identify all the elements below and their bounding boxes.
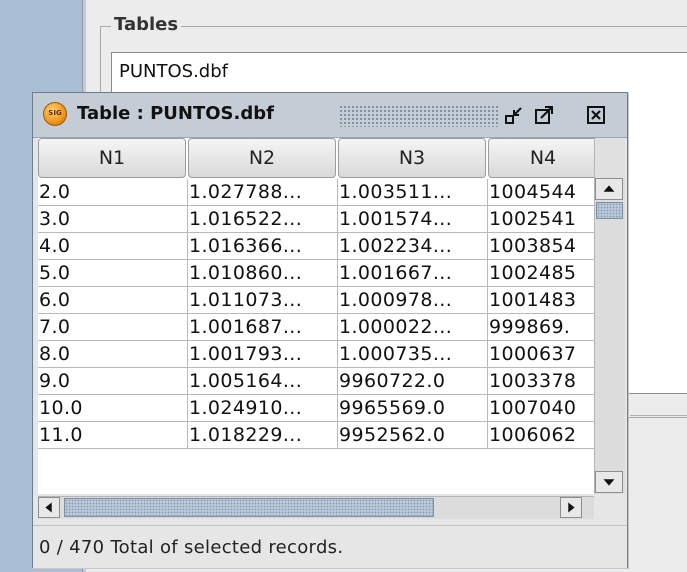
table-cell[interactable]: 1.027788...	[188, 179, 338, 206]
table-cell[interactable]: 9965569.0	[338, 395, 488, 422]
scroll-down-icon[interactable]	[595, 471, 623, 493]
horizontal-scroll-thumb[interactable]	[64, 498, 434, 517]
table-cell[interactable]: 9.0	[38, 368, 188, 395]
scroll-right-icon[interactable]	[560, 497, 582, 518]
table-window: SIG Table : PUNTOS.dbf N1 N2 N3 N4 2.0 1…	[32, 92, 628, 568]
table-cell[interactable]: 1.001793...	[188, 341, 338, 368]
table-row[interactable]: 5.0 1.010860... 1.001667... 1002485	[38, 260, 594, 287]
table-row[interactable]: 9.0 1.005164... 9960722.0 1003378	[38, 368, 594, 395]
column-header-n1[interactable]: N1	[38, 138, 186, 178]
table-cell[interactable]: 9952562.0	[338, 422, 488, 449]
table-cell[interactable]: 2.0	[38, 179, 188, 206]
table-cell[interactable]: 1003854	[488, 233, 594, 260]
table-cell[interactable]: 1006062	[488, 422, 594, 449]
logo-label: SIG	[48, 109, 62, 117]
table-cell[interactable]: 1.002234...	[338, 233, 488, 260]
titlebar-grip	[339, 105, 499, 127]
table-cell[interactable]: 1.024910...	[188, 395, 338, 422]
table-cell[interactable]: 1001483	[488, 287, 594, 314]
scroll-left-icon[interactable]	[38, 497, 60, 518]
vertical-scroll-thumb[interactable]	[596, 202, 623, 219]
table-cell[interactable]: 1.016366...	[188, 233, 338, 260]
table-row[interactable]: 7.0 1.001687... 1.000022... 999869.	[38, 314, 594, 341]
table-row[interactable]: 6.0 1.011073... 1.000978... 1001483	[38, 287, 594, 314]
table-row[interactable]: 8.0 1.001793... 1.000735... 1000637	[38, 341, 594, 368]
gvsig-logo-icon: SIG	[43, 102, 67, 126]
column-header-n2[interactable]: N2	[188, 138, 336, 178]
table-cell[interactable]: 1007040	[488, 395, 594, 422]
table-cell[interactable]: 1.001574...	[338, 206, 488, 233]
divider	[630, 415, 687, 416]
column-header-n4[interactable]: N4	[488, 138, 594, 178]
table-cell[interactable]: 1.003511...	[338, 179, 488, 206]
table-cell[interactable]: 1.011073...	[188, 287, 338, 314]
tables-list-item[interactable]: PUNTOS.dbf	[119, 61, 228, 82]
horizontal-scrollbar[interactable]	[38, 496, 594, 519]
table-cell[interactable]: 1.000022...	[338, 314, 488, 341]
table-cell[interactable]: 1004544	[488, 179, 594, 206]
table-cell[interactable]: 8.0	[38, 341, 188, 368]
close-icon[interactable]	[585, 104, 607, 126]
vertical-scrollbar[interactable]	[594, 178, 625, 494]
table-cell[interactable]: 999869.	[488, 314, 594, 341]
selection-status: 0 / 470 Total of selected records.	[39, 537, 344, 558]
table-cell[interactable]: 1.000978...	[338, 287, 488, 314]
table-cell[interactable]: 1.001667...	[338, 260, 488, 287]
table-cell[interactable]: 1.001687...	[188, 314, 338, 341]
table-row[interactable]: 11.0 1.018229... 9952562.0 1006062	[38, 422, 594, 449]
table-cell[interactable]: 1002541	[488, 206, 594, 233]
window-titlebar[interactable]: SIG Table : PUNTOS.dbf	[33, 93, 627, 138]
table-cell[interactable]: 1.000735...	[338, 341, 488, 368]
table-row[interactable]: 3.0 1.016522... 1.001574... 1002541	[38, 206, 594, 233]
table-cell[interactable]: 1.018229...	[188, 422, 338, 449]
window-title: Table : PUNTOS.dbf	[77, 103, 274, 124]
scroll-up-icon[interactable]	[595, 178, 623, 200]
table-cell[interactable]: 9960722.0	[338, 368, 488, 395]
table-cell[interactable]: 5.0	[38, 260, 188, 287]
maximize-icon[interactable]	[533, 104, 555, 126]
records-table[interactable]: N1 N2 N3 N4 2.0 1.027788... 1.003511... 100…	[38, 138, 594, 494]
table-cell[interactable]: 1.016522...	[188, 206, 338, 233]
column-header-n3[interactable]: N3	[338, 138, 486, 178]
table-row[interactable]: 2.0 1.027788... 1.003511... 1004544	[38, 179, 594, 206]
table-row[interactable]: 10.0 1.024910... 9965569.0 1007040	[38, 395, 594, 422]
table-cell[interactable]: 1.005164...	[188, 368, 338, 395]
tables-group-title: Tables	[111, 14, 182, 35]
table-cell[interactable]: 4.0	[38, 233, 188, 260]
table-cell[interactable]: 7.0	[38, 314, 188, 341]
table-cell[interactable]: 1000637	[488, 341, 594, 368]
scrollbar-corner	[594, 138, 625, 178]
status-bar: 0 / 470 Total of selected records.	[33, 525, 627, 568]
table-cell[interactable]: 1002485	[488, 260, 594, 287]
table-cell[interactable]: 1.010860...	[188, 260, 338, 287]
minimize-icon[interactable]	[503, 104, 525, 126]
table-cell[interactable]: 10.0	[38, 395, 188, 422]
table-row[interactable]: 4.0 1.016366... 1.002234... 1003854	[38, 233, 594, 260]
table-cell[interactable]: 6.0	[38, 287, 188, 314]
table-cell[interactable]: 1003378	[488, 368, 594, 395]
table-cell[interactable]: 11.0	[38, 422, 188, 449]
table-cell[interactable]: 3.0	[38, 206, 188, 233]
